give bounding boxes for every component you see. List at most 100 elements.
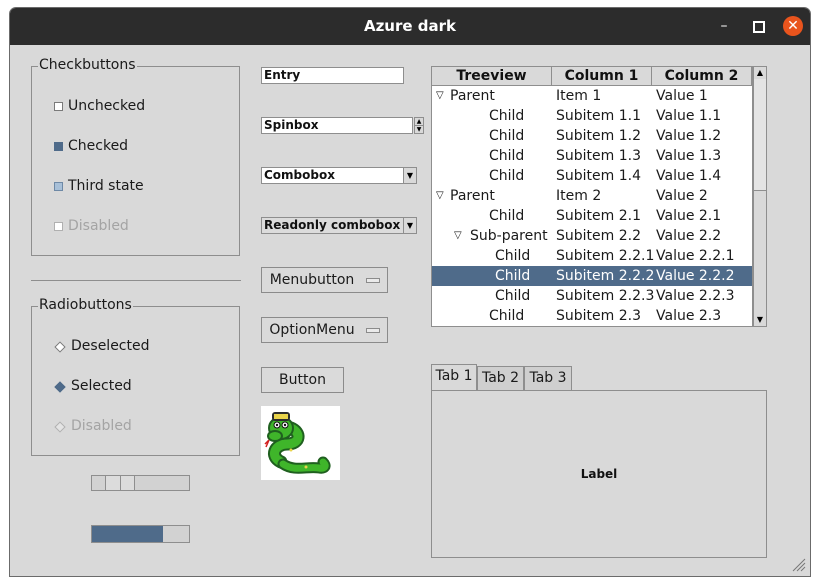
treeview-cell-name: Child xyxy=(489,128,525,144)
checkbutton-label: Disabled xyxy=(68,218,129,234)
spin-up-icon: ▲ xyxy=(416,118,422,125)
spinbox-field[interactable]: Spinbox xyxy=(261,117,413,134)
minimize-button[interactable]: – xyxy=(713,15,735,37)
tab-2[interactable]: Tab 2 xyxy=(477,366,524,390)
notebook-panel: Label xyxy=(431,390,767,558)
treeview-row[interactable]: Child Subitem 2.1 Value 2.1 xyxy=(432,206,752,226)
optionmenu[interactable]: OptionMenu xyxy=(261,317,388,343)
radiobutton-selected[interactable]: Selected xyxy=(53,376,213,398)
treeview-cell-column-1: Subitem 2.3 xyxy=(556,308,641,324)
radiobutton-label: Deselected xyxy=(71,338,150,354)
treeview-cell-name: Child xyxy=(489,108,525,124)
scroll-down-button[interactable]: ▼ xyxy=(754,314,766,326)
radiobuttons-frame-label: Radiobuttons xyxy=(38,297,133,313)
treeview-cell-column-1: Subitem 1.2 xyxy=(556,128,641,144)
tab-3[interactable]: Tab 3 xyxy=(524,366,572,390)
scale-handle-grip xyxy=(120,476,121,490)
expand-toggle-icon[interactable]: ▽ xyxy=(454,226,462,246)
menu-indicator-icon xyxy=(366,328,380,333)
window-title: Azure dark xyxy=(363,17,457,35)
treeview-row[interactable]: Child Subitem 2.2.2 Value 2.2.2 xyxy=(432,266,752,286)
treeview-row[interactable]: ▽ Parent Item 1 Value 1 xyxy=(432,86,752,106)
treeview-row[interactable]: Child Subitem 2.2.3 Value 2.2.3 xyxy=(432,286,752,306)
menubutton-label: Menubutton xyxy=(269,272,355,288)
treeview-header-treeview[interactable]: Treeview xyxy=(432,67,552,86)
treeview-cell-column-2: Value 2 xyxy=(656,188,708,204)
separator xyxy=(31,280,241,281)
treeview-cell-column-2: Value 1.4 xyxy=(656,168,722,184)
treeview-cell-column-1: Subitem 1.1 xyxy=(556,108,641,124)
python-snake-icon xyxy=(264,412,331,474)
treeview-row[interactable]: Child Subitem 1.2 Value 1.2 xyxy=(432,126,752,146)
spin-down-icon: ▼ xyxy=(416,126,422,133)
treeview-row[interactable]: Child Subitem 2.3 Value 2.3 xyxy=(432,306,752,326)
checkbutton-third-state[interactable]: Third state xyxy=(53,176,213,198)
treeview-cell-column-1: Subitem 2.2 xyxy=(556,228,641,244)
chevron-down-icon: ▼ xyxy=(406,171,414,180)
treeview-cell-column-2: Value 1.1 xyxy=(656,108,722,124)
radio-disabled-icon xyxy=(54,421,66,433)
treeview-row[interactable]: Child Subitem 2.2.1 Value 2.2.1 xyxy=(432,246,752,266)
checkbutton-checked[interactable]: Checked xyxy=(53,136,213,158)
resize-grip-icon xyxy=(792,558,806,572)
scale-slider-handle[interactable] xyxy=(105,476,135,490)
button[interactable]: Button xyxy=(261,367,344,393)
spinbox-value: Spinbox xyxy=(264,118,319,132)
treeview-cell-column-2: Value 2.3 xyxy=(656,308,722,324)
checkbutton-label: Checked xyxy=(68,138,129,154)
treeview-row[interactable]: Child Subitem 1.3 Value 1.3 xyxy=(432,146,752,166)
treeview-cell-column-1: Subitem 2.2.1 xyxy=(556,248,655,264)
treeview-cell-name: Child xyxy=(489,308,525,324)
treeview-cell-name: Child xyxy=(495,268,531,284)
treeview-row[interactable]: ▽ Parent Item 2 Value 2 xyxy=(432,186,752,206)
progressbar xyxy=(91,525,190,543)
treeview-cell-column-1: Subitem 1.3 xyxy=(556,148,641,164)
spinbox-down-button[interactable]: ▼ xyxy=(414,125,424,134)
treeview-scrollbar[interactable]: ▲ ▼ xyxy=(753,66,767,327)
tab-1[interactable]: Tab 1 xyxy=(431,364,477,390)
treeview-cell-column-2: Value 2.2.2 xyxy=(656,268,735,284)
app-window: Azure dark – ✕ Checkbuttons Unchecked Ch… xyxy=(9,7,811,577)
radio-empty-icon xyxy=(54,341,66,353)
progressbar-fill xyxy=(92,526,163,542)
scrollbar-thumb[interactable] xyxy=(754,79,766,191)
checkbutton-unchecked[interactable]: Unchecked xyxy=(53,96,213,118)
treeview-row[interactable]: ▽ Sub-parent Subitem 2.2 Value 2.2 xyxy=(432,226,752,246)
close-button[interactable]: ✕ xyxy=(783,16,803,36)
treeview-row[interactable]: Child Subitem 1.4 Value 1.4 xyxy=(432,166,752,186)
size-grip[interactable] xyxy=(790,556,806,572)
treeview-cell-column-2: Value 2.2.1 xyxy=(656,248,735,264)
treeview-row[interactable]: Child Subitem 1.1 Value 1.1 xyxy=(432,106,752,126)
scroll-up-button[interactable]: ▲ xyxy=(754,67,766,79)
treeview-cell-column-2: Value 2.1 xyxy=(656,208,722,224)
treeview[interactable]: Treeview Column 1 Column 2 ▽ Parent Item 1… xyxy=(431,66,753,327)
checkbutton-disabled: Disabled xyxy=(53,216,213,238)
readonly-combobox-dropdown-button[interactable]: ▼ xyxy=(403,217,417,234)
menubutton[interactable]: Menubutton xyxy=(261,267,388,293)
checkbuttons-frame-label: Checkbuttons xyxy=(38,57,137,73)
treeview-cell-column-1: Subitem 2.1 xyxy=(556,208,641,224)
readonly-combobox-field[interactable]: Readonly combobox xyxy=(261,217,404,234)
treeview-cell-name: Child xyxy=(489,208,525,224)
scale[interactable] xyxy=(91,475,190,491)
treeview-header-column-2[interactable]: Column 2 xyxy=(652,67,752,86)
optionmenu-label: OptionMenu xyxy=(269,322,355,338)
treeview-cell-name: Sub-parent xyxy=(470,228,548,244)
chevron-down-icon: ▼ xyxy=(406,221,414,230)
maximize-icon xyxy=(753,21,765,33)
treeview-cell-column-1: Subitem 2.2.2 xyxy=(556,268,655,284)
radiobutton-deselected[interactable]: Deselected xyxy=(53,336,213,358)
treeview-cell-name: Parent xyxy=(450,188,495,204)
combobox-field[interactable]: Combobox xyxy=(261,167,404,184)
treeview-body: ▽ Parent Item 1 Value 1 Child Subitem 1.1 Valu… xyxy=(432,86,752,326)
treeview-header-column-1[interactable]: Column 1 xyxy=(552,67,652,86)
arrow-up-icon: ▲ xyxy=(756,68,764,77)
expand-toggle-icon[interactable]: ▽ xyxy=(436,186,444,206)
treeview-cell-column-1: Subitem 2.2.3 xyxy=(556,288,655,304)
combobox-dropdown-button[interactable]: ▼ xyxy=(403,167,417,184)
treeview-cell-column-2: Value 1 xyxy=(656,88,708,104)
radiobutton-label: Selected xyxy=(71,378,132,394)
entry-field[interactable]: Entry xyxy=(261,67,404,84)
maximize-button[interactable] xyxy=(748,15,770,37)
expand-toggle-icon[interactable]: ▽ xyxy=(436,86,444,106)
